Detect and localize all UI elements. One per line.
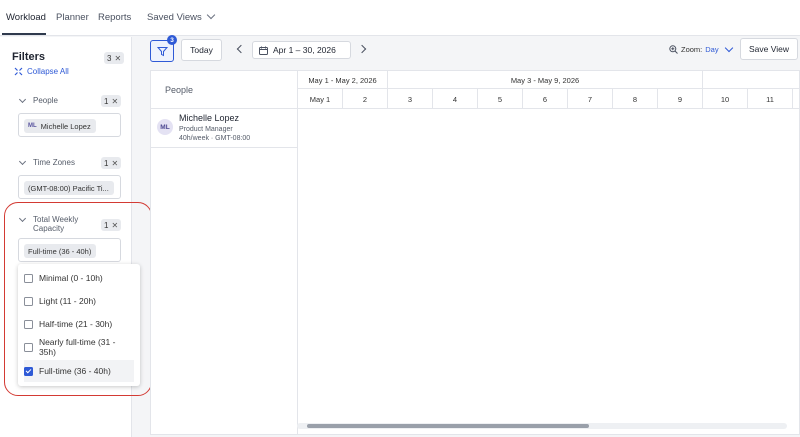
day-header: 6	[523, 89, 568, 109]
avatar: ML	[157, 119, 173, 135]
filters-count: 3	[107, 53, 112, 63]
filter-count-badge: 3	[167, 35, 177, 45]
person-row[interactable]: ML Michelle Lopez Product Manager 40h/we…	[151, 109, 298, 148]
people-count-badge[interactable]: 1 ✕	[101, 95, 122, 107]
date-range-picker[interactable]: Apr 1 – 30, 2026	[252, 41, 351, 59]
collapse-all-button[interactable]: Collapse All	[14, 67, 69, 76]
collapse-all-label: Collapse All	[27, 67, 69, 76]
section-timezones-label: Time Zones	[33, 158, 75, 167]
date-range-label: Apr 1 – 30, 2026	[273, 45, 336, 55]
day-header-row: May 1 2 3 4 5 6 7 8 9 10 11	[298, 89, 800, 109]
horizontal-scrollbar[interactable]	[297, 423, 787, 429]
chip-avatar: ML	[28, 123, 37, 129]
calendar-icon	[259, 46, 268, 55]
people-count: 1	[104, 96, 109, 106]
people-column: People ML Michelle Lopez Product Manager…	[151, 71, 298, 434]
tab-workload[interactable]: Workload	[6, 12, 46, 23]
day-header: 2	[343, 89, 388, 109]
section-people-label: People	[33, 96, 58, 105]
day-header: 5	[478, 89, 523, 109]
tab-reports[interactable]: Reports	[98, 12, 131, 23]
timezones-count-badge[interactable]: 1 ✕	[101, 157, 122, 169]
highlight-annotation	[4, 202, 152, 396]
saved-views-dropdown[interactable]: Saved Views	[147, 10, 215, 23]
day-header: 8	[613, 89, 658, 109]
week-header-row: May 1 - May 2, 2026 May 3 - May 9, 2026	[298, 71, 800, 89]
collapse-icon	[14, 67, 23, 76]
tab-planner[interactable]: Planner	[56, 12, 89, 23]
zoom-control[interactable]: Zoom: Day	[669, 43, 733, 54]
day-header: 9	[658, 89, 703, 109]
timezones-filter-field[interactable]: (GMT-08:00) Pacific Ti...	[18, 175, 121, 199]
save-view-button[interactable]: Save View	[740, 38, 798, 60]
calendar-area: May 1 - May 2, 2026 May 3 - May 9, 2026 …	[298, 71, 800, 434]
person-name[interactable]: Michelle Lopez	[179, 113, 239, 123]
toolbar: 3 Today Apr 1 – 30, 2026 Zoom: Day Save …	[133, 35, 800, 68]
week-header: May 3 - May 9, 2026	[388, 71, 703, 89]
day-header: 7	[568, 89, 613, 109]
today-button[interactable]: Today	[181, 39, 222, 61]
week-header: May 1 - May 2, 2026	[298, 71, 388, 89]
people-chip[interactable]: ML Michelle Lopez	[24, 119, 96, 133]
scrollbar-thumb[interactable]	[307, 424, 589, 428]
day-header: 3	[388, 89, 433, 109]
chevron-down-icon	[724, 43, 733, 52]
chevron-down-icon	[18, 157, 27, 166]
people-filter-field[interactable]: ML Michelle Lopez	[18, 113, 121, 137]
zoom-icon	[669, 45, 678, 54]
chevron-right-icon[interactable]	[357, 44, 367, 54]
people-header-label: People	[165, 85, 194, 95]
filter-icon	[156, 46, 168, 56]
timezones-count: 1	[104, 158, 109, 168]
people-chip-label: Michelle Lopez	[40, 121, 91, 131]
timeline-grid: People ML Michelle Lopez Product Manager…	[150, 70, 800, 435]
day-header: 10	[703, 89, 748, 109]
section-timezones-toggle[interactable]: Time Zones	[18, 157, 75, 167]
chevron-down-icon	[18, 95, 27, 104]
top-navigation: Workload Planner Reports Saved Views	[0, 0, 800, 36]
chevron-down-icon	[206, 10, 215, 20]
section-people-toggle[interactable]: People	[18, 95, 58, 105]
saved-views-label: Saved Views	[147, 12, 202, 23]
zoom-label: Zoom:	[681, 45, 703, 54]
close-icon: ✕	[111, 158, 119, 168]
day-header: 11	[748, 89, 793, 109]
chevron-left-icon[interactable]	[236, 44, 246, 54]
day-header: May 1	[298, 89, 343, 109]
active-tab-indicator	[2, 33, 46, 35]
zoom-value: Day	[705, 45, 719, 54]
filters-count-badge[interactable]: 3 ✕	[104, 52, 125, 64]
timezone-chip[interactable]: (GMT-08:00) Pacific Ti...	[24, 181, 114, 195]
person-capacity: 40h/week · GMT-08:00	[179, 135, 251, 142]
filters-title: Filters	[12, 51, 46, 63]
people-header: People	[151, 71, 298, 109]
person-role: Product Manager	[179, 126, 233, 133]
close-icon: ✕	[111, 96, 119, 106]
day-header: 4	[433, 89, 478, 109]
close-icon: ✕	[114, 53, 122, 63]
